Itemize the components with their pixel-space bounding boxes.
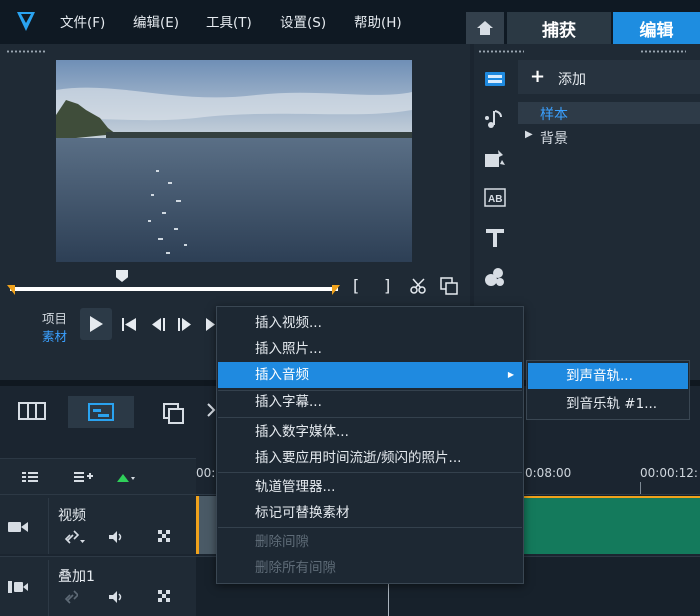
transition-library-icon[interactable] [484,148,506,170]
track-divider [48,498,49,554]
plus-icon: + [530,66,546,87]
menu-separator [218,472,522,473]
audio-library-icon[interactable] [484,108,506,130]
menu-insert-video[interactable]: 插入视频... [218,310,522,336]
svg-text:AB: AB [488,194,502,205]
track-manager-icon[interactable] [22,470,42,484]
app-logo-icon [17,12,35,31]
menu-insert-subtitle[interactable]: 插入字幕... [218,389,522,415]
add-track-icon[interactable] [74,470,94,484]
submenu-to-music-track[interactable]: 到音乐轨 #1... [528,391,688,417]
track-header-overlay[interactable] [0,556,196,616]
tab-edit[interactable]: 编辑 [613,12,700,44]
add-label: 添加 [558,72,586,88]
filter-library-icon[interactable] [484,266,506,288]
menu-delete-gap: 删除间隙 [255,534,309,550]
play-button[interactable] [80,308,112,340]
media-library-icon[interactable] [484,68,506,90]
context-menu: 插入视频... 插入照片... 插入音频 ▶ 插入字幕... 插入数字媒体...… [216,306,524,584]
checker-transparency-icon[interactable] [158,530,172,544]
timeline-view-icon [88,403,114,421]
menu-tools[interactable]: 工具(T) [206,11,252,31]
trim-bar[interactable] [10,287,338,291]
skip-to-end-icon[interactable] [206,318,216,331]
folder-sample-label: 样本 [540,107,568,123]
overlay-track-icon [8,581,28,593]
menu-insert-audio-label: 插入音频 [255,367,309,383]
menu-separator [218,417,522,418]
previous-frame-icon[interactable] [152,318,166,331]
next-frame-icon[interactable] [178,318,192,331]
ruler-tick-label: 00:00:12: [640,466,698,480]
insert-audio-submenu: 到声音轨... 到音乐轨 #1... [526,360,690,420]
menu-insert-photo[interactable]: 插入照片... [218,336,522,362]
menu-settings[interactable]: 设置(S) [280,11,326,31]
track-name-video: 视频 [58,508,86,524]
menu-separator [218,527,522,528]
menu-track-manager[interactable]: 轨道管理器... [218,474,522,500]
submenu-arrow-icon: ▶ [507,370,514,379]
link-chain-icon[interactable] [64,590,78,604]
record-capture-icon[interactable] [162,402,184,424]
clip-mode-label[interactable]: 素材 [42,326,67,345]
add-folder-button[interactable] [518,60,700,94]
menu-insert-timelapse-photos[interactable]: 插入要应用时间流逝/频闪的照片... [218,445,522,471]
speaker-icon[interactable] [108,590,126,604]
menu-delete-all-gaps: 删除所有间隙 [255,560,336,576]
text-title-icon[interactable] [484,227,506,249]
mark-out-button[interactable]: ] [384,276,390,295]
ruler-tick [640,482,641,494]
track-header-video[interactable] [0,494,196,554]
panel-grip[interactable] [6,50,46,53]
menu-insert-audio[interactable]: 插入音频 ▶ [218,362,522,388]
video-clip-thumbnail[interactable] [196,496,216,554]
panel-grip[interactable] [640,50,686,53]
ruler-tick-label: 00: [196,466,216,480]
menu-help[interactable]: 帮助(H) [354,11,402,31]
menu-mark-replaceable[interactable]: 标记可替换素材 [218,500,522,526]
submenu-to-voice-track[interactable]: 到声音轨... [528,363,688,389]
chapter-marker-icon[interactable] [116,472,136,484]
enlarge-preview-icon[interactable] [440,277,458,295]
menu-insert-digital-media[interactable]: 插入数字媒体... [218,419,522,445]
split-clip-icon[interactable] [410,278,428,294]
link-chain-icon[interactable] [64,530,86,544]
home-icon [477,21,493,35]
home-button[interactable] [466,12,504,44]
folder-background[interactable]: 背景 [540,128,568,148]
title-ab-icon[interactable]: AB [484,187,506,209]
ruler-tick-label: 0:08:00 [525,466,572,480]
menu-edit[interactable]: 编辑(E) [133,11,179,31]
play-icon [90,316,103,332]
video-clip[interactable] [520,496,700,554]
speaker-icon[interactable] [108,530,126,544]
tab-capture[interactable]: 捕获 [507,12,611,44]
track-name-overlay: 叠加1 [58,569,95,585]
storyboard-view-icon[interactable] [16,396,48,426]
skip-to-start-icon[interactable] [122,318,136,331]
expand-arrow-icon[interactable]: ▶ [525,129,533,140]
menu-file[interactable]: 文件(F) [60,11,105,31]
mark-in-button[interactable]: [ [353,276,359,295]
video-track-icon [8,522,28,532]
panel-grip[interactable] [478,50,524,53]
track-divider [48,560,49,616]
checker-transparency-icon[interactable] [158,590,172,604]
timeline-view-button[interactable] [68,396,134,428]
project-mode-label[interactable]: 项目 [42,308,67,327]
video-preview [56,60,412,262]
